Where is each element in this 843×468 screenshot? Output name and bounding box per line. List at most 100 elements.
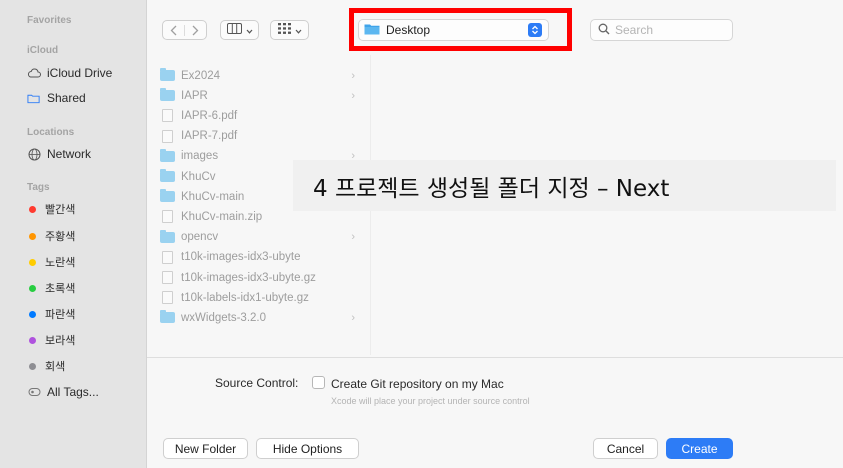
- sidebar-item-label: Network: [47, 147, 92, 161]
- sidebar-item-label: 초록색: [45, 283, 76, 295]
- sidebar-item-network[interactable]: Network: [27, 145, 91, 163]
- sidebar-item-shared[interactable]: Shared: [27, 89, 86, 107]
- globe-icon: [27, 147, 41, 161]
- sidebar-item-label: 빨간색: [45, 204, 76, 216]
- nav-buttons: [162, 20, 207, 40]
- chevron-right-icon: ›: [351, 311, 355, 324]
- options-divider: [147, 357, 843, 358]
- tag-color-dot-icon: [29, 232, 36, 240]
- folder-icon: [160, 229, 175, 243]
- file-name: opencv: [181, 231, 219, 244]
- back-icon[interactable]: [163, 24, 185, 36]
- icloud-header: iCloud: [27, 45, 59, 56]
- sidebar-item-tag[interactable]: 주황색: [27, 227, 75, 245]
- grid-icon: [277, 21, 291, 39]
- sidebar-item-tag[interactable]: 초록색: [27, 279, 75, 297]
- git-repository-subtext: Xcode will place your project under sour…: [331, 396, 530, 406]
- file-icon: [162, 291, 173, 305]
- folder-icon: [160, 148, 175, 162]
- file-name: KhuCv: [181, 170, 216, 183]
- sidebar: Favorites iCloud iCloud Drive Shared Loc…: [0, 0, 147, 468]
- tag-icon: [27, 385, 41, 399]
- file-icon: [162, 210, 173, 224]
- chevron-right-icon: ›: [351, 231, 355, 244]
- file-name: KhuCv-main.zip: [181, 210, 263, 223]
- sidebar-item-tag[interactable]: 회색: [27, 357, 65, 375]
- file-name: t10k-images-idx3-ubyte: [181, 251, 301, 264]
- sidebar-item-tag[interactable]: 노란색: [27, 253, 75, 271]
- tag-color-dot-icon: [29, 362, 36, 370]
- file-name: Ex2024: [181, 69, 221, 82]
- file-icon: [162, 129, 173, 143]
- file-name: IAPR: [181, 89, 208, 102]
- sidebar-item-label: 회색: [45, 361, 66, 373]
- folder-icon: [160, 189, 175, 203]
- instruction-caption: 4 프로젝트 생성될 폴더 지정 – Next: [293, 160, 836, 211]
- list-item[interactable]: IAPR-6.pdf: [160, 107, 365, 124]
- favorites-header: Favorites: [27, 15, 72, 26]
- sidebar-item-tag[interactable]: 보라색: [27, 331, 75, 349]
- tag-color-dot-icon: [29, 336, 36, 344]
- group-button[interactable]: [270, 20, 309, 40]
- folder-icon: [160, 169, 175, 182]
- chevron-down-icon: [246, 21, 253, 39]
- tag-color-dot-icon: [29, 258, 36, 266]
- list-item[interactable]: t10k-labels-idx1-ubyte.gz: [160, 289, 365, 306]
- sidebar-item-label: 주황색: [45, 231, 76, 243]
- columns-view-icon: [226, 21, 242, 39]
- git-repository-checkbox[interactable]: [312, 376, 325, 389]
- tag-color-dot-icon: [29, 284, 36, 292]
- file-icon: [162, 109, 173, 123]
- folder-icon: [160, 88, 175, 102]
- file-name: wxWidgets-3.2.0: [181, 311, 267, 324]
- search-icon: [598, 23, 610, 38]
- git-repository-label[interactable]: Create Git repository on my Mac: [331, 377, 504, 391]
- chevron-down-icon: [295, 21, 302, 39]
- locations-header: Locations: [27, 127, 75, 138]
- forward-icon[interactable]: [185, 25, 206, 36]
- sidebar-item-label: iCloud Drive: [47, 66, 113, 80]
- highlight-box: [349, 8, 572, 51]
- file-icon: [162, 250, 173, 264]
- sidebar-item-label: All Tags...: [47, 385, 99, 399]
- list-item[interactable]: Ex2024 ›: [160, 67, 365, 84]
- cancel-button[interactable]: Cancel: [593, 438, 658, 459]
- new-folder-button[interactable]: New Folder: [163, 438, 248, 459]
- sidebar-item-all-tags[interactable]: All Tags...: [27, 383, 99, 401]
- list-item[interactable]: t10k-images-idx3-ubyte.gz: [160, 269, 365, 286]
- sidebar-item-icloud-drive[interactable]: iCloud Drive: [27, 64, 112, 82]
- tag-color-dot-icon: [29, 310, 36, 318]
- list-item[interactable]: t10k-images-idx3-ubyte: [160, 249, 365, 266]
- view-mode-button[interactable]: [220, 20, 259, 40]
- search-placeholder: Search: [615, 23, 654, 37]
- file-name: t10k-labels-idx1-ubyte.gz: [181, 291, 309, 304]
- list-item[interactable]: IAPR-7.pdf: [160, 128, 365, 145]
- file-name: images: [181, 150, 219, 163]
- sidebar-item-label: 파란색: [45, 309, 76, 321]
- tag-color-dot-icon: [29, 205, 36, 213]
- search-field[interactable]: Search: [590, 19, 733, 41]
- sidebar-item-label: Shared: [47, 91, 86, 105]
- chevron-right-icon: ›: [351, 69, 355, 82]
- source-control-label: Source Control:: [215, 376, 299, 390]
- sidebar-item-label: 노란색: [45, 257, 76, 269]
- folder-icon: [160, 310, 175, 324]
- sidebar-item-label: 보라색: [45, 335, 76, 347]
- cloud-icon: [27, 66, 41, 80]
- list-item[interactable]: opencv ›: [160, 229, 365, 246]
- folder-icon: [160, 68, 175, 81]
- tags-header: Tags: [27, 182, 50, 193]
- file-name: IAPR-6.pdf: [181, 109, 238, 122]
- file-name: KhuCv-main: [181, 190, 245, 203]
- file-name: IAPR-7.pdf: [181, 130, 238, 143]
- shared-folder-icon: [27, 91, 41, 105]
- list-item[interactable]: wxWidgets-3.2.0 ›: [160, 309, 365, 326]
- chevron-right-icon: ›: [351, 89, 355, 102]
- file-name: t10k-images-idx3-ubyte.gz: [181, 271, 316, 284]
- sidebar-item-tag[interactable]: 빨간색: [27, 200, 75, 218]
- file-icon: [162, 271, 173, 284]
- sidebar-item-tag[interactable]: 파란색: [27, 305, 75, 323]
- hide-options-button[interactable]: Hide Options: [256, 438, 359, 459]
- create-button[interactable]: Create: [666, 438, 733, 459]
- list-item[interactable]: IAPR ›: [160, 87, 365, 104]
